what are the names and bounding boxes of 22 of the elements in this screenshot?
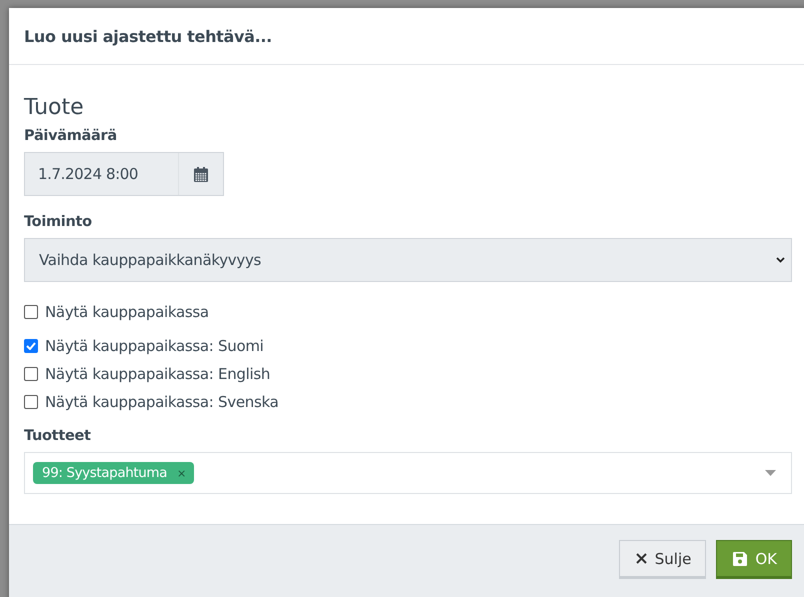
- checkbox[interactable]: [24, 339, 38, 353]
- date-field[interactable]: 1.7.2024 8:00: [24, 152, 224, 196]
- close-icon: [636, 553, 647, 564]
- checkbox-option[interactable]: Näytä kauppapaikassa: Suomi: [24, 332, 278, 360]
- checkbox-option[interactable]: Näytä kauppapaikassa: Svenska: [24, 388, 278, 416]
- dialog-title: Luo uusi ajastettu tehtävä...: [24, 26, 272, 46]
- checkbox-option[interactable]: Näytä kauppapaikassa: [24, 298, 278, 326]
- save-icon: [733, 552, 748, 566]
- field-label: Päivämäärä: [24, 128, 117, 144]
- checkbox[interactable]: [24, 395, 38, 409]
- action-select[interactable]: Vaihda kauppapaikkanäkyvyys: [24, 238, 792, 282]
- field-label: Tuotteet: [24, 428, 91, 444]
- section-title: Tuote: [24, 95, 84, 120]
- checkbox-option[interactable]: Näytä kauppapaikassa: English: [24, 360, 278, 388]
- close-button[interactable]: Sulje: [618, 540, 706, 579]
- checkbox[interactable]: [24, 367, 38, 381]
- field-label: Toiminto: [24, 214, 92, 230]
- product-tag: 99: Syystapahtuma ×: [33, 462, 194, 484]
- chevron-down-icon: [776, 257, 785, 263]
- calendar-icon: [194, 166, 208, 182]
- caret-icon: [765, 470, 776, 476]
- checkbox[interactable]: [24, 305, 38, 319]
